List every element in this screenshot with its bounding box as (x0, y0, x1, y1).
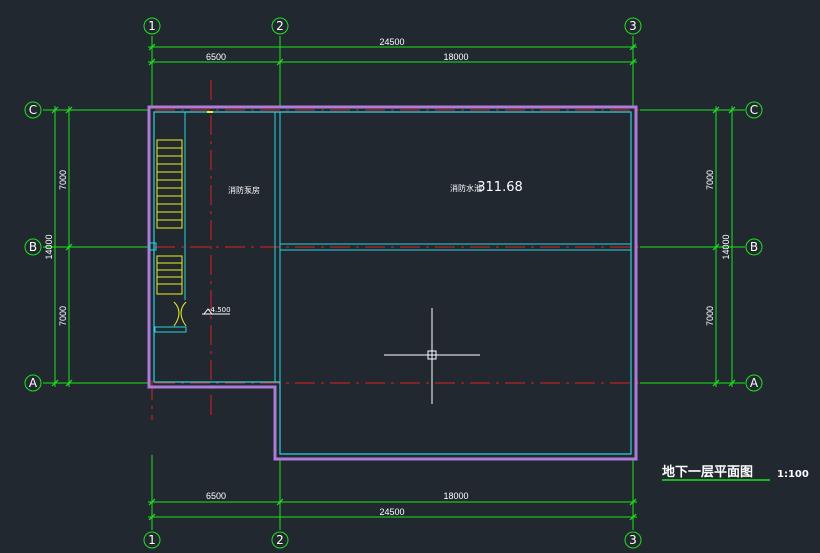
axis-label-a-left: A (29, 376, 38, 390)
room-label-pump-room: 消防泵房 (228, 185, 260, 195)
dim-top-right: 18000 (443, 52, 468, 62)
dim-top-total: 24500 (379, 37, 404, 47)
axis-label-2-bottom: 2 (276, 533, 284, 547)
axis-label-1-top: 1 (148, 19, 156, 33)
dim-right-upper: 7000 (705, 170, 715, 190)
axis-label-c-right: C (750, 103, 758, 117)
drawing-scale: 1:100 (777, 469, 809, 480)
dim-bottom-right: 18000 (443, 491, 468, 501)
dim-left-lower: 7000 (58, 306, 68, 326)
axis-label-3-top: 3 (629, 19, 637, 33)
axis-label-b-left: B (29, 240, 37, 254)
dim-left-total: 14000 (44, 234, 54, 259)
dim-bottom-total: 24500 (379, 507, 404, 517)
axis-label-1-bottom: 1 (148, 533, 156, 547)
drawing-title: 地下一层平面图 (662, 464, 753, 480)
dim-right-lower: 7000 (705, 306, 715, 326)
axis-label-a-right: A (750, 376, 759, 390)
axis-label-b-right: B (750, 240, 758, 254)
dim-left-upper: 7000 (58, 170, 68, 190)
floor-plan-canvas[interactable]: 1 2 3 1 2 3 C B A C B A 24500 6500 18000… (0, 0, 820, 553)
axis-label-3-bottom: 3 (629, 533, 637, 547)
pool-volume-value: 311.68 (477, 180, 523, 195)
axis-label-c-left: C (29, 103, 37, 117)
dim-right-total: 14000 (721, 234, 731, 259)
dim-top-left: 6500 (206, 52, 226, 62)
dim-bottom-left: 6500 (206, 491, 226, 501)
axis-label-2-top: 2 (276, 19, 284, 33)
elevation-text: -4.500 (208, 306, 231, 314)
